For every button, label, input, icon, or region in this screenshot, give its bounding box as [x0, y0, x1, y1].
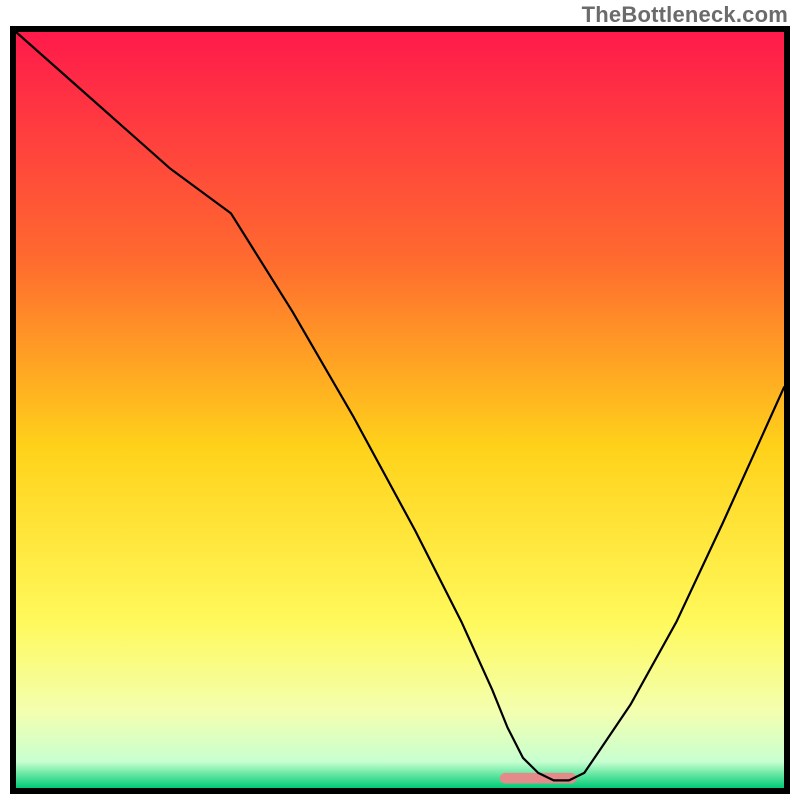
plot-area — [16, 32, 784, 788]
bottleneck-chart — [10, 26, 790, 794]
gradient-background — [16, 32, 784, 788]
chart-container: TheBottleneck.com — [0, 0, 800, 800]
optimal-range-marker — [500, 773, 577, 784]
watermark-text: TheBottleneck.com — [582, 2, 788, 28]
